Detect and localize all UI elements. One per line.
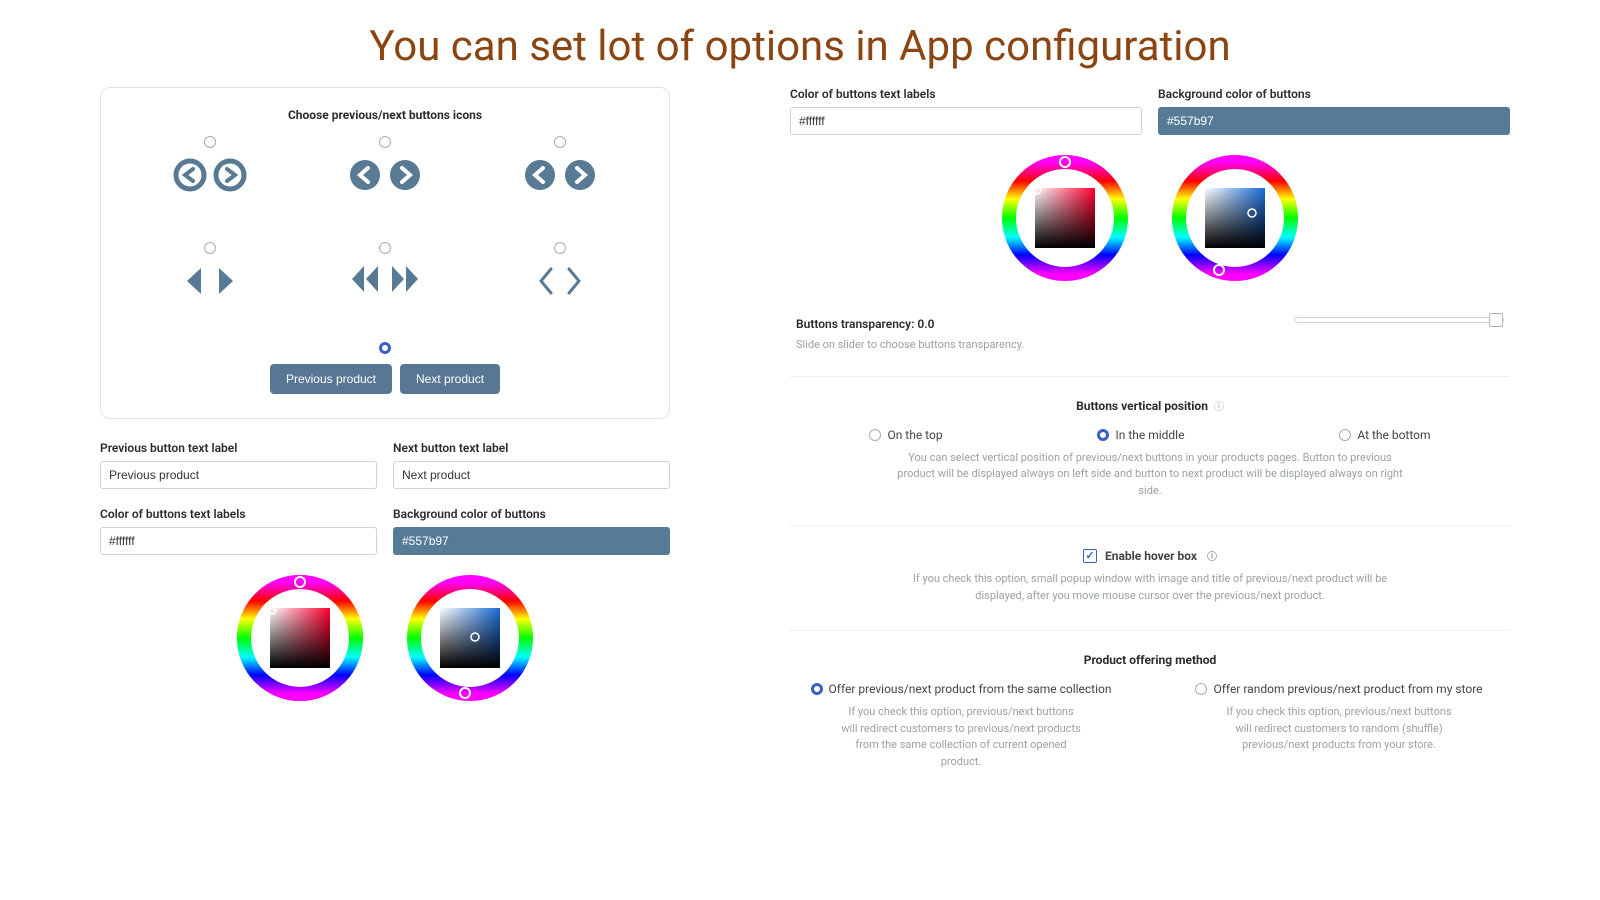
preview-next-button: Next product: [400, 364, 500, 394]
transparency-title: Buttons transparency: 0.0: [796, 317, 1264, 331]
bg-color-wheel-right[interactable]: [1170, 153, 1300, 283]
arrow-circle-solid-b-icon: [523, 158, 597, 192]
offer-same-option[interactable]: Offer previous/next product from the sam…: [792, 682, 1130, 696]
vpos-help: You can select vertical position of prev…: [890, 450, 1410, 500]
text-color-wheel-left[interactable]: [235, 573, 365, 703]
icon-option-7-radio[interactable]: [379, 342, 391, 354]
page-title: You can set lot of options in App config…: [0, 0, 1600, 87]
bg-color-title-left: Background color of buttons: [393, 507, 670, 521]
text-color-wheel-right[interactable]: [1000, 153, 1130, 283]
vpos-title: Buttons vertical position: [1076, 399, 1208, 413]
double-triangle-icon: [348, 264, 422, 294]
icon-option-3-radio[interactable]: [554, 136, 566, 148]
text-color-input-right[interactable]: [790, 107, 1142, 135]
prev-label-title: Previous button text label: [100, 441, 377, 455]
vpos-middle-option[interactable]: In the middle: [1097, 428, 1184, 442]
text-button-preview-icon: Previous product Next product: [270, 364, 500, 394]
bg-color-input-left[interactable]: [393, 527, 670, 555]
icon-option-1-radio[interactable]: [204, 136, 216, 148]
icon-style-card: Choose previous/next buttons icons: [100, 87, 670, 419]
text-color-title-right: Color of buttons text labels: [790, 87, 1142, 101]
check-icon: ✓: [1083, 549, 1097, 563]
info-icon: ⓘ: [1207, 548, 1217, 563]
bg-color-wheel-left[interactable]: [405, 573, 535, 703]
bg-color-input-right[interactable]: [1158, 107, 1510, 135]
arrow-circle-solid-icon: [348, 158, 422, 192]
text-color-title-left: Color of buttons text labels: [100, 507, 377, 521]
next-label-title: Next button text label: [393, 441, 670, 455]
text-color-input-left[interactable]: [100, 527, 377, 555]
prev-label-input[interactable]: [100, 461, 377, 489]
offer-random-option[interactable]: Offer random previous/next product from …: [1170, 682, 1508, 696]
chevron-thin-icon: [535, 264, 585, 298]
icon-option-2-radio[interactable]: [379, 136, 391, 148]
triangle-solid-icon: [183, 264, 237, 298]
preview-prev-button: Previous product: [270, 364, 392, 394]
offer-same-help: If you check this option, previous/next …: [841, 704, 1081, 770]
offer-title: Product offering method: [1084, 653, 1217, 667]
icon-option-4-radio[interactable]: [204, 242, 216, 254]
icon-option-5-radio[interactable]: [379, 242, 391, 254]
icon-option-6-radio[interactable]: [554, 242, 566, 254]
arrow-circle-outline-icon: [173, 158, 247, 192]
vpos-bottom-option[interactable]: At the bottom: [1339, 428, 1430, 442]
next-label-input[interactable]: [393, 461, 670, 489]
offer-random-help: If you check this option, previous/next …: [1219, 704, 1459, 754]
bg-color-title-right: Background color of buttons: [1158, 87, 1510, 101]
transparency-help: Slide on slider to choose buttons transp…: [796, 337, 1264, 354]
hover-checkbox[interactable]: ✓ Enable hover box ⓘ: [1083, 548, 1217, 563]
vpos-top-option[interactable]: On the top: [869, 428, 942, 442]
hover-help: If you check this option, small popup wi…: [890, 571, 1410, 604]
info-icon: ⓘ: [1214, 402, 1224, 413]
card-title: Choose previous/next buttons icons: [123, 108, 647, 122]
transparency-slider[interactable]: [1294, 317, 1504, 323]
